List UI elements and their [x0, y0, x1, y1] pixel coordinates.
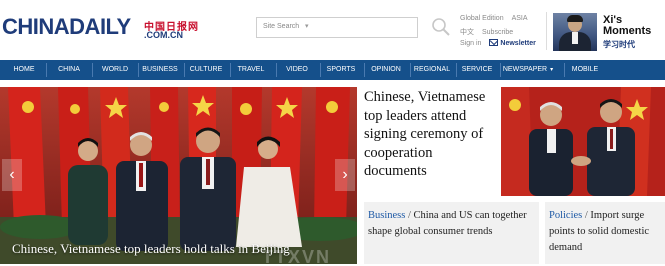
mail-icon	[489, 39, 499, 46]
nav-item-newspaper[interactable]: NEWSPAPER ▾	[500, 60, 556, 80]
chinese-link[interactable]: 中文	[460, 29, 474, 36]
language-row: 中文 Subscribe	[460, 27, 521, 37]
sign-in-link[interactable]: Sign in	[460, 40, 481, 47]
subscribe-link[interactable]: Subscribe	[482, 29, 513, 36]
nav-item-culture[interactable]: CULTURE	[186, 60, 226, 80]
nav-divider	[364, 63, 365, 77]
nav-divider	[46, 63, 47, 77]
carousel-next-icon[interactable]: ›	[335, 159, 355, 191]
nav-item-travel[interactable]: TRAVEL	[232, 60, 270, 80]
nav-item-regional[interactable]: REGIONAL	[412, 60, 452, 80]
nav-newspaper-label: NEWSPAPER	[502, 66, 548, 73]
logo-domain-text: .COM.CN	[144, 30, 183, 40]
top-story-image[interactable]	[501, 87, 665, 196]
logo-daily-text: DAILY	[69, 14, 131, 39]
nav-item-world[interactable]: WORLD	[96, 60, 134, 80]
hero-carousel[interactable]: TTXVN ‹ › Chinese, Vietnamese top leader…	[0, 87, 357, 264]
nav-divider	[138, 63, 139, 77]
asia-edition-link[interactable]: ASIA	[512, 15, 528, 22]
sub-story-business[interactable]: Business / China and US can together sha…	[364, 202, 539, 264]
nav-divider	[276, 63, 277, 77]
nav-item-opinion[interactable]: OPINION	[366, 60, 406, 80]
xi-moments-chinese: 学习时代	[603, 40, 635, 49]
tag-separator: /	[584, 210, 588, 221]
nav-item-home[interactable]: HOME	[6, 60, 42, 80]
business-tag-link[interactable]: Business	[368, 210, 405, 221]
carousel-prev-icon[interactable]: ‹	[2, 159, 22, 191]
main-nav: HOME CHINA WORLD BUSINESS CULTURE TRAVEL…	[0, 60, 665, 80]
tag-separator: /	[407, 210, 411, 221]
nav-divider	[230, 63, 231, 77]
xi-title-line2: Moments	[603, 25, 652, 37]
account-row: Sign in Newsletter	[460, 39, 544, 47]
nav-divider	[92, 63, 93, 77]
newsletter-link[interactable]: Newsletter	[489, 39, 543, 47]
xi-moments-title: Xi's Moments	[603, 15, 651, 37]
nav-item-video[interactable]: VIDEO	[279, 60, 315, 80]
nav-item-service[interactable]: SERVICE	[458, 60, 496, 80]
chinadaily-logo[interactable]: CHINA DAILY 中国日报网 .COM.CN	[2, 14, 198, 44]
site-header: CHINA DAILY 中国日报网 .COM.CN Site Search ▾ G…	[0, 0, 665, 58]
nav-divider	[456, 63, 457, 77]
top-story-photo	[501, 87, 665, 196]
search-placeholder: Site Search	[263, 23, 300, 30]
nav-item-business[interactable]: BUSINESS	[140, 60, 180, 80]
nav-divider	[564, 63, 565, 77]
global-edition-link[interactable]: Global Edition	[460, 15, 504, 22]
policies-tag-link[interactable]: Policies	[549, 210, 582, 221]
xi-portrait-image	[553, 13, 597, 51]
top-story-headline[interactable]: Chinese, Vietnamese top leaders attend s…	[364, 88, 496, 181]
nav-item-sports[interactable]: SPORTS	[322, 60, 360, 80]
header-divider	[546, 12, 547, 50]
search-dropdown-caret-icon[interactable]: ▾	[305, 22, 309, 30]
nav-divider	[184, 63, 185, 77]
hero-caption-link[interactable]: Chinese, Vietnamese top leaders hold tal…	[12, 241, 290, 257]
nav-divider	[320, 63, 321, 77]
nav-item-mobile[interactable]: MOBILE	[566, 60, 604, 80]
chevron-down-icon: ▾	[550, 67, 554, 73]
search-input[interactable]: Site Search ▾	[256, 17, 418, 38]
edition-row: Global Edition ASIA	[460, 15, 536, 22]
nav-item-china[interactable]: CHINA	[50, 60, 88, 80]
xi-moments-promo[interactable]: Xi's Moments 学习时代	[553, 13, 663, 51]
sub-story-policies[interactable]: Policies / Import surge points to solid …	[545, 202, 665, 264]
logo-china-text: CHINA	[2, 14, 70, 39]
nav-divider	[410, 63, 411, 77]
hero-photo	[0, 87, 357, 264]
newsletter-label: Newsletter	[500, 40, 536, 47]
search-icon[interactable]	[431, 17, 451, 37]
